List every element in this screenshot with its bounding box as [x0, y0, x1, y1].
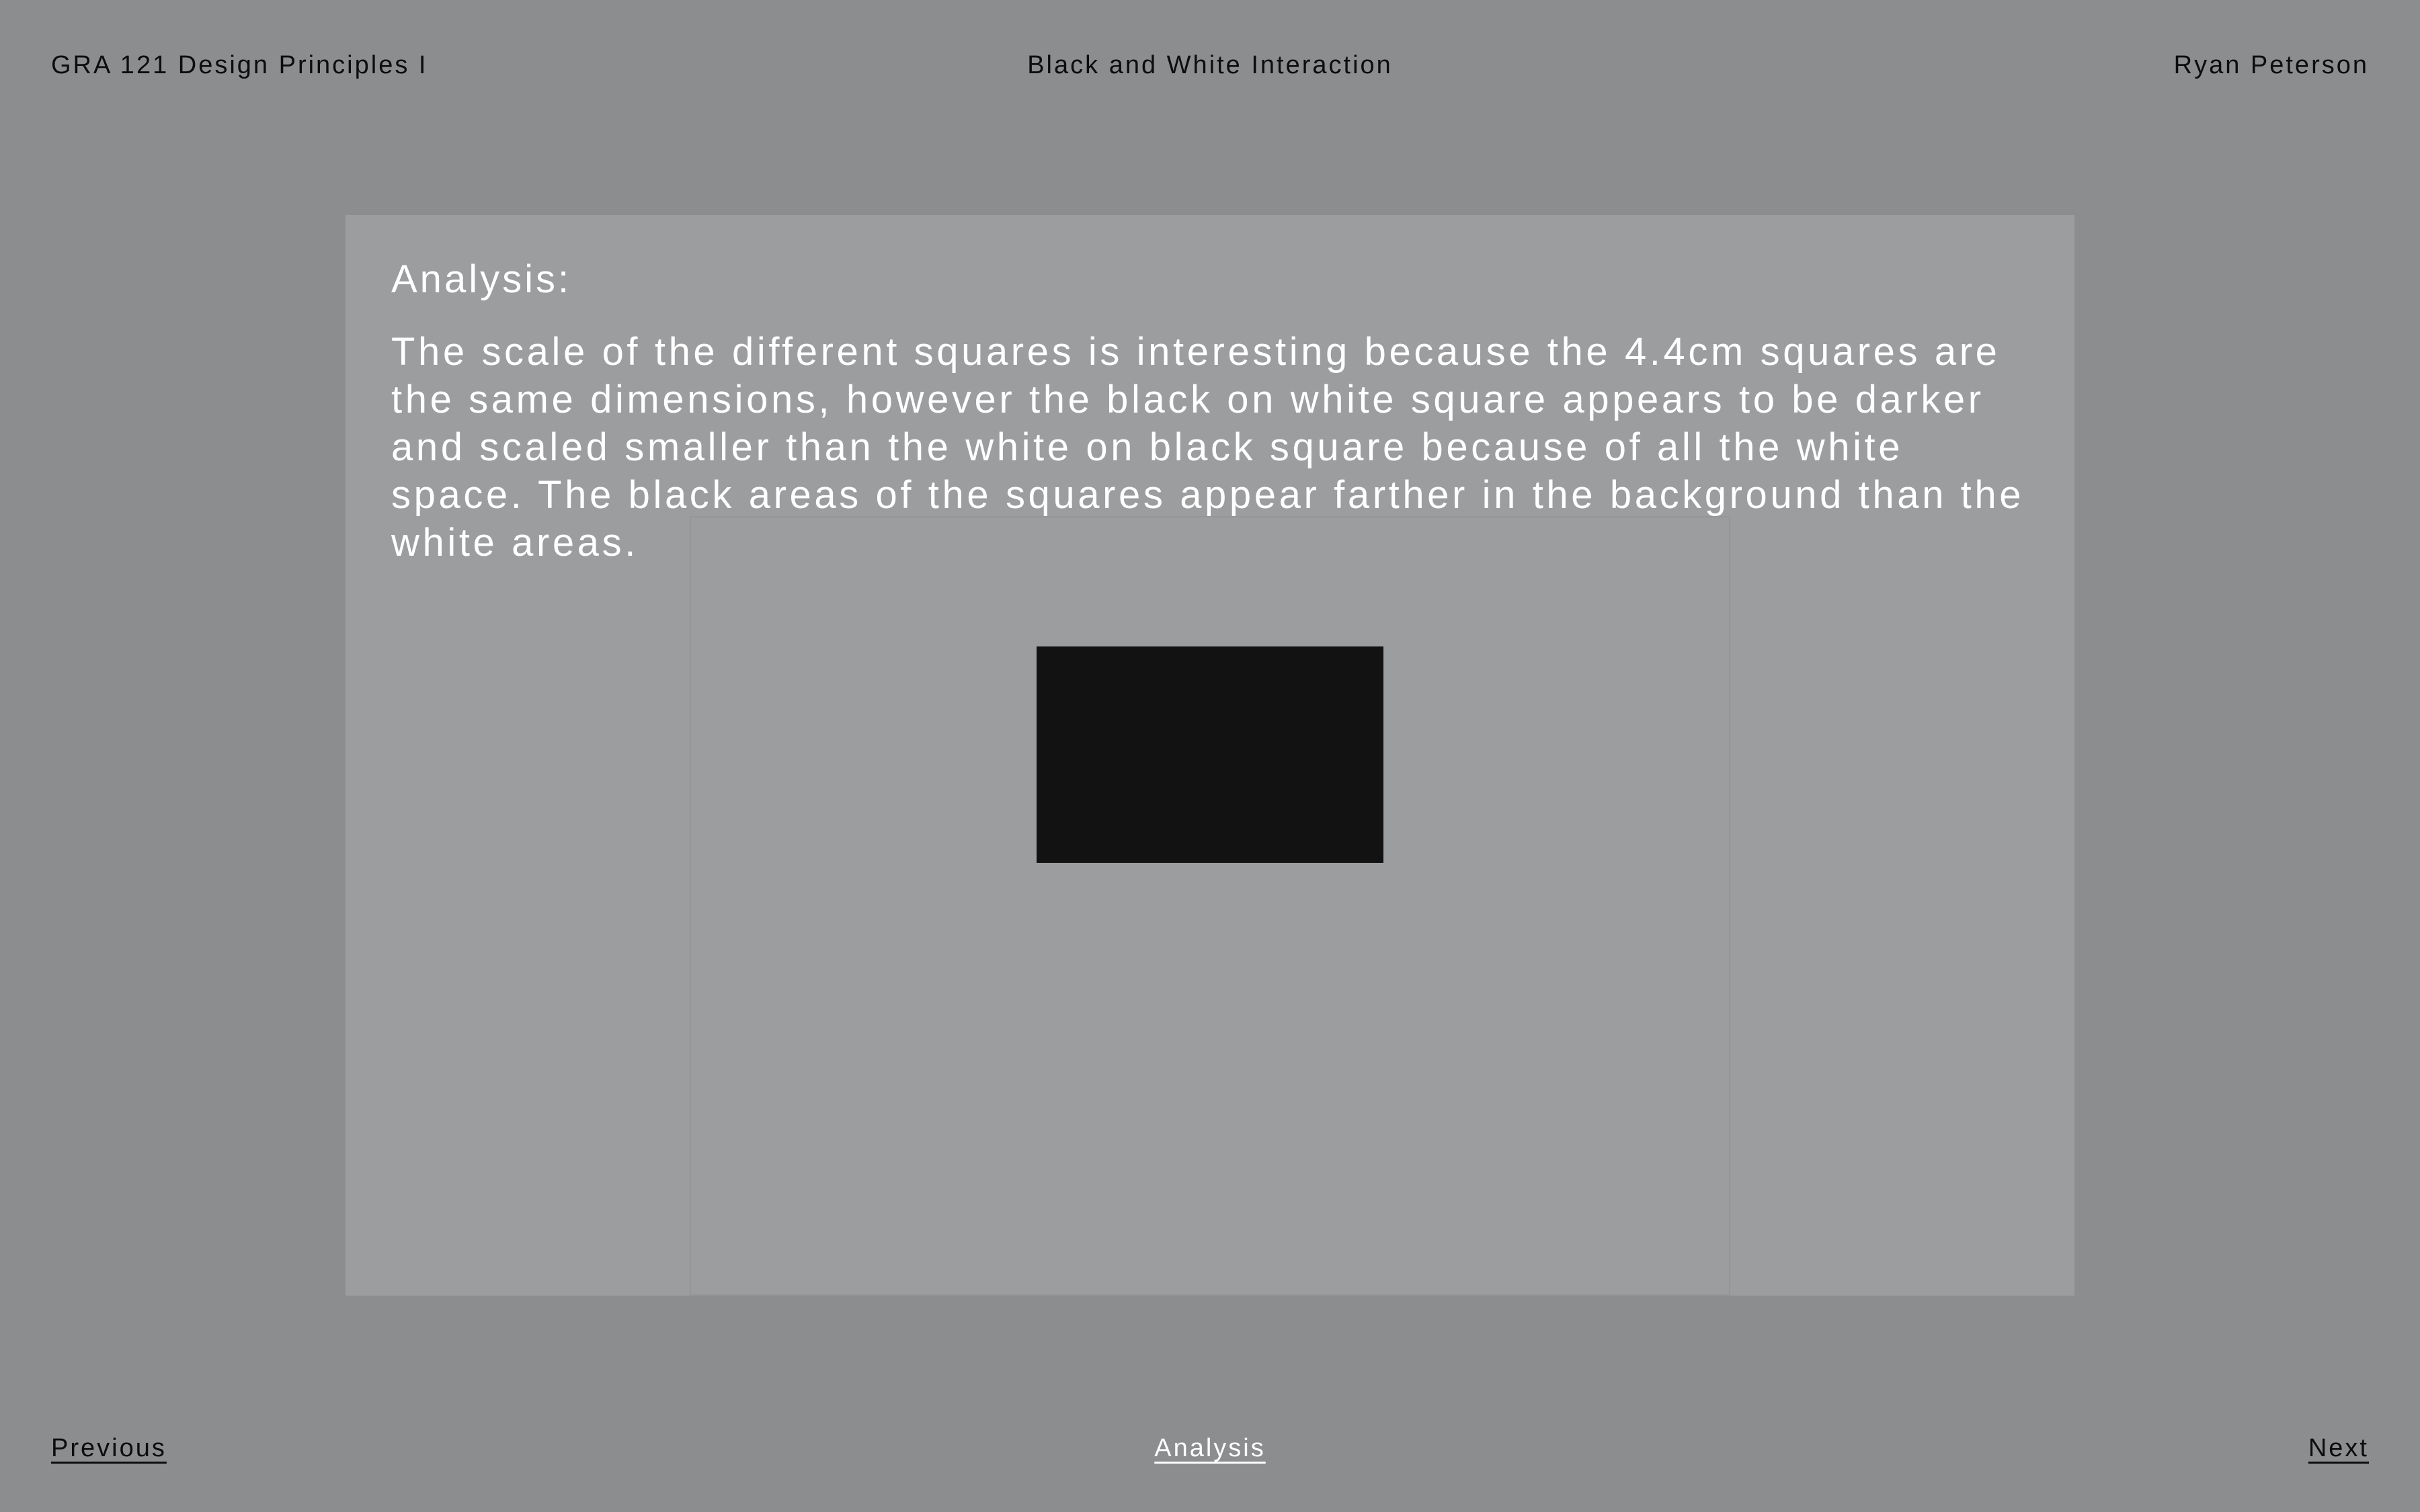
artwork-frame: [690, 516, 1730, 1296]
analysis-heading: Analysis:: [391, 257, 572, 301]
black-square-artwork: [1037, 646, 1383, 863]
slide-panel: Analysis: The scale of the different squ…: [346, 215, 2074, 1296]
author-name: Ryan Peterson: [2173, 51, 2369, 79]
course-title: GRA 121 Design Principles I: [51, 51, 428, 79]
next-link[interactable]: Next: [2308, 1434, 2369, 1463]
current-section-link[interactable]: Analysis: [1154, 1434, 1266, 1463]
project-title: Black and White Interaction: [1027, 51, 1393, 79]
analysis-text: The scale of the different squares is in…: [391, 330, 2025, 564]
previous-link[interactable]: Previous: [51, 1434, 167, 1463]
